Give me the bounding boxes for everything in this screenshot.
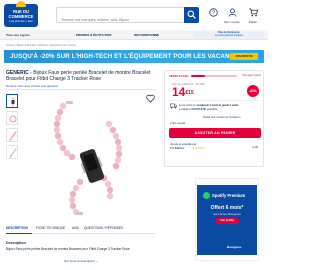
delivery-mode: Livraison <box>179 107 192 111</box>
watch-tracker <box>79 149 105 183</box>
help-icon: ? <box>209 8 218 17</box>
product-image[interactable] <box>30 94 154 220</box>
marketplace-subtitle: Les plus grandes marques <box>214 34 244 38</box>
seller-name-link[interactable]: T-k Edition <box>170 146 184 150</box>
truck-icon <box>170 103 177 109</box>
ad-subtitle: avec la box Bouygues <box>213 212 241 216</box>
ad-partner: Bouygues <box>227 245 242 249</box>
divider <box>169 100 261 101</box>
thumbnail-2[interactable] <box>6 111 18 125</box>
account-button[interactable]: Mon compte <box>224 8 240 24</box>
marketplace-promo[interactable]: Rue du Commerce Les plus grandes marques <box>194 31 264 39</box>
clasp-thumbnail-icon <box>9 148 17 158</box>
add-to-cart-button[interactable]: AJOUTER AU PANIER <box>169 128 261 138</box>
thumbnail-3[interactable] <box>6 128 18 142</box>
product-title: GENERIC - Bijoux Faux perle perlée Brace… <box>6 70 156 82</box>
product-tabs: DESCRIPTION FICHE TECHNIQUE AVIS QUESTIO… <box>6 226 156 234</box>
user-icon <box>228 8 237 17</box>
price-integer: 14 <box>172 85 186 99</box>
active-tab-indicator <box>6 232 32 234</box>
tab-reviews[interactable]: AVIS <box>72 226 79 230</box>
advertisement[interactable]: Spotify Premium Offert 6 mois* avec la b… <box>195 178 259 261</box>
promo-banner[interactable]: JUSQU'À -20% SUR L'HIGH-TECH ET L'ÉQUIPE… <box>4 50 264 63</box>
stock-status: ● En stock <box>170 121 186 125</box>
flash-sale-progress <box>191 75 237 77</box>
pearl-strand-right <box>105 120 123 170</box>
flash-sale-progress-fill <box>191 75 205 77</box>
seller-rating-score: 4,1/5 <box>252 146 258 149</box>
promo-banner-button[interactable]: J'EN PROFITE <box>230 53 258 60</box>
thumbnail-1[interactable] <box>6 94 18 108</box>
price-decimals: €15 <box>185 90 194 96</box>
tab-description[interactable]: DESCRIPTION <box>6 226 28 230</box>
breadcrumb[interactable]: Accueil › Bijoux & Montres › Montres › B… <box>6 44 76 47</box>
flash-sale-timer: Plus que 3 jours <box>242 74 261 77</box>
flash-sale-label: VENTE FLASH <box>169 74 189 78</box>
tab-specifications[interactable]: FICHE TECHNIQUE <box>36 226 65 230</box>
ad-brand: Spotify Premium <box>212 193 246 198</box>
ad-offer: Offert 6 mois* <box>210 205 244 211</box>
search-field[interactable] <box>56 7 184 27</box>
discount-badge: -31% <box>247 85 259 97</box>
cart-button[interactable]: Panier <box>246 8 260 24</box>
favorite-heart-icon[interactable] <box>146 94 155 103</box>
promo-banner-text: JUSQU'À -20% SUR L'HIGH-TECH ET L'ÉQUIPE… <box>10 53 243 61</box>
bracelet-thumbnail-icon <box>9 115 17 123</box>
divider <box>6 89 156 90</box>
watch-band-thumbnail-icon <box>11 97 15 107</box>
thumbnail-4[interactable] <box>6 145 18 159</box>
logo-tagline: Les prix les + bas <box>9 19 33 23</box>
pearl-strand-left <box>53 102 76 161</box>
delivery-suffix: possible <box>205 107 218 111</box>
cart-label: Panier <box>248 20 258 24</box>
help-button[interactable]: ? <box>206 8 220 24</box>
flash-sale-row: VENTE FLASH Plus que 3 jours <box>169 74 261 78</box>
site-logo[interactable]: RUE DU COMMERCE Les prix les + bas <box>4 1 38 27</box>
nav-refurbished[interactable]: RECONDITIONNÉ <box>134 33 159 37</box>
nav-all-departments[interactable]: Tous nos rayons <box>6 33 30 37</box>
search-button[interactable] <box>184 7 199 23</box>
delivery-details-link[interactable]: Détail des modes de livraison › <box>203 115 241 119</box>
nav-promos[interactable]: PROMOS & PETITS PRIX <box>76 33 112 37</box>
tab-questions[interactable]: QUESTIONS / RÉPONSES <box>84 226 123 230</box>
description-heading: Description <box>6 241 26 245</box>
seller-rating-stars: ★★★★☆ <box>192 146 206 150</box>
buy-box: VENTE FLASH Plus que 3 jours Prix de réf… <box>164 70 264 167</box>
main-navigation: Tous nos rayons PROMOS & PETITS PRIX REC… <box>0 30 268 40</box>
current-price: 14€15 <box>172 86 194 98</box>
spotify-logo-icon <box>203 192 210 199</box>
search-input[interactable] <box>57 13 184 27</box>
search-icon <box>187 10 196 19</box>
svg-text:?: ? <box>212 10 215 16</box>
ad-panel: Spotify Premium Offert 6 mois* avec la b… <box>197 185 257 255</box>
review-links[interactable]: Donnez votre avis | Poser une question <box>6 84 58 88</box>
logo-sun-shape <box>16 1 26 7</box>
account-label: Mon compte <box>224 20 240 24</box>
see-full-description-link[interactable]: Voir toute la description ⌄ <box>6 259 156 263</box>
site-header: RUE DU COMMERCE Les prix les + bas ? Mon… <box>0 0 268 30</box>
delivery-free: GRATUITE <box>191 107 206 111</box>
bracelet-strand-thumbnail-icon <box>9 131 17 141</box>
description-text: Bijoux Faux perle perlée Bracelet de mon… <box>6 247 130 251</box>
ad-cta-button[interactable]: J'en profite <box>215 218 239 224</box>
cart-icon <box>249 8 258 17</box>
delivery-info: Livré entre le vendredi 1 août et jeudi … <box>179 103 261 111</box>
